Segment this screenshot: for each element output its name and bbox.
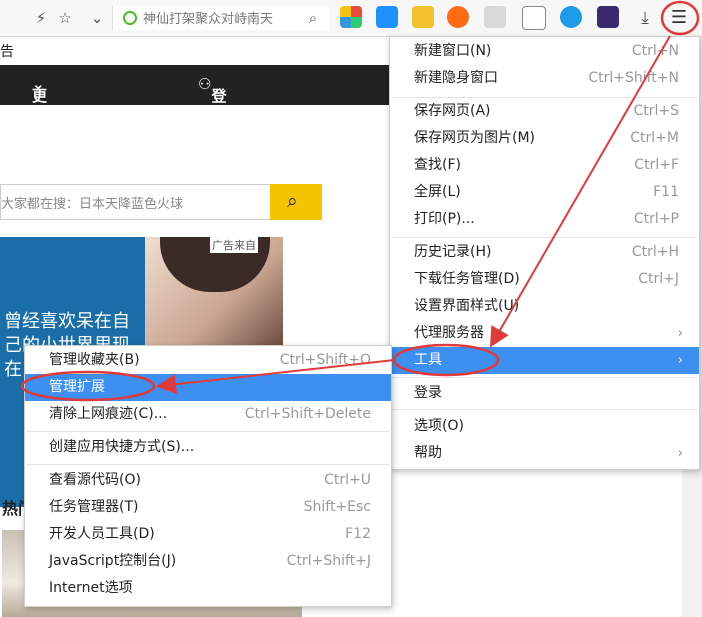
annotation-arrow-1 xyxy=(489,35,671,348)
annotation-circle-extensions xyxy=(20,370,156,402)
annotation-circle-tools xyxy=(392,343,500,377)
annotation-circle-menu xyxy=(660,0,700,36)
annotation-arrow-2 xyxy=(156,359,395,395)
annotation-overlay xyxy=(20,0,700,402)
